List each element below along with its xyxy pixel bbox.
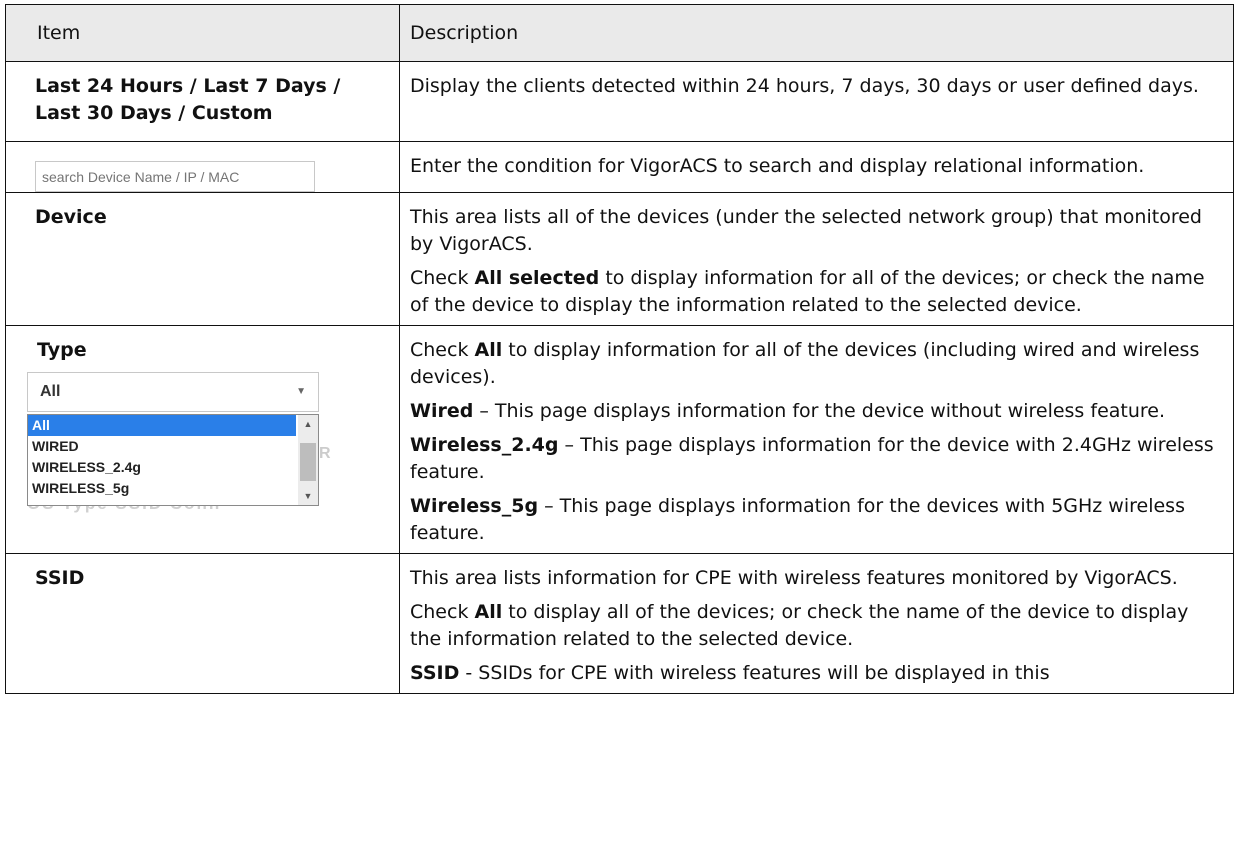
type-widget: OS Type SSID Conn R All ▼ All WIRED WIRE… (27, 372, 391, 540)
scrollbar[interactable]: ▲ ▼ (298, 415, 318, 505)
text-fragment: Check (410, 339, 475, 361)
table-row-ssid: SSID This area lists information for CPE… (5, 553, 1234, 694)
text-fragment: to display information for all of the de… (410, 339, 1200, 388)
table-row-type: Type OS Type SSID Conn R All ▼ All WIRED… (5, 325, 1234, 554)
desc-type: Check All to display information for all… (399, 325, 1234, 554)
desc-device: This area lists all of the devices (unde… (399, 192, 1234, 326)
text-fragment: Check (410, 267, 475, 289)
desc-ssid: This area lists information for CPE with… (399, 553, 1234, 694)
option-all[interactable]: All (28, 415, 296, 436)
option-wired[interactable]: WIRED (28, 436, 296, 457)
header-item: Item (5, 4, 400, 62)
desc-search-text: Enter the condition for VigorACS to sear… (410, 155, 1145, 177)
text-fragment: – This page displays information for the… (473, 400, 1166, 422)
description-table: Item Description Last 24 Hours / Last 7 … (5, 4, 1234, 694)
text-fragment: Check (410, 601, 475, 623)
bold-term: Wireless_5g (410, 495, 539, 517)
scroll-down-icon[interactable]: ▼ (298, 487, 318, 505)
table-row-search: Enter the condition for VigorACS to sear… (5, 141, 1234, 193)
item-period: Last 24 Hours / Last 7 Days / Last 30 Da… (5, 61, 400, 142)
option-wireless-2-4g[interactable]: WIRELESS_2.4g (28, 457, 296, 478)
item-ssid: SSID (5, 553, 400, 694)
desc-device-p2: Check All selected to display informatio… (410, 265, 1221, 319)
desc-device-p1: This area lists all of the devices (unde… (410, 206, 1202, 255)
bold-term: SSID (410, 662, 460, 684)
bold-term: Wired (410, 400, 474, 422)
table-row-device: Device This area lists all of the device… (5, 192, 1234, 326)
desc-ssid-p3: SSID - SSIDs for CPE with wireless featu… (410, 660, 1221, 687)
item-device: Device (5, 192, 400, 326)
desc-type-p1: Check All to display information for all… (410, 337, 1221, 391)
desc-type-p2: Wired – This page displays information f… (410, 398, 1221, 425)
chevron-down-icon: ▼ (296, 386, 306, 397)
type-select-value: All (40, 383, 61, 400)
desc-search: Enter the condition for VigorACS to sear… (399, 141, 1234, 193)
header-description: Description (399, 4, 1234, 62)
type-select[interactable]: All ▼ (27, 372, 319, 412)
desc-ssid-p1: This area lists information for CPE with… (410, 567, 1178, 589)
desc-ssid-p2: Check All to display all of the devices;… (410, 599, 1221, 653)
desc-period-text: Display the clients detected within 24 h… (410, 75, 1199, 97)
header-row: Item Description (5, 4, 1234, 62)
item-type: Type OS Type SSID Conn R All ▼ All WIRED… (5, 325, 400, 554)
bold-term: All (474, 601, 503, 623)
bold-term: Wireless_2.4g (410, 434, 559, 456)
scrollbar-thumb[interactable] (300, 443, 316, 481)
type-options-list[interactable]: All WIRED WIRELESS_2.4g WIRELESS_5g ▲ ▼ (27, 414, 319, 506)
scroll-up-icon[interactable]: ▲ (298, 415, 318, 433)
background-text-fragment: R (319, 445, 331, 462)
bold-term: All selected (474, 267, 600, 289)
item-search (5, 141, 400, 193)
option-wireless-5g[interactable]: WIRELESS_5g (28, 478, 296, 499)
text-fragment: to display all of the devices; or check … (410, 601, 1189, 650)
search-input[interactable] (35, 161, 315, 192)
desc-period: Display the clients detected within 24 h… (399, 61, 1234, 142)
desc-type-p4: Wireless_5g – This page displays informa… (410, 493, 1221, 547)
bold-term: All (474, 339, 503, 361)
table-row-period: Last 24 Hours / Last 7 Days / Last 30 Da… (5, 61, 1234, 142)
text-fragment: - SSIDs for CPE with wireless features w… (459, 662, 1050, 684)
desc-type-p3: Wireless_2.4g – This page displays infor… (410, 432, 1221, 486)
item-type-label: Type (37, 339, 87, 361)
